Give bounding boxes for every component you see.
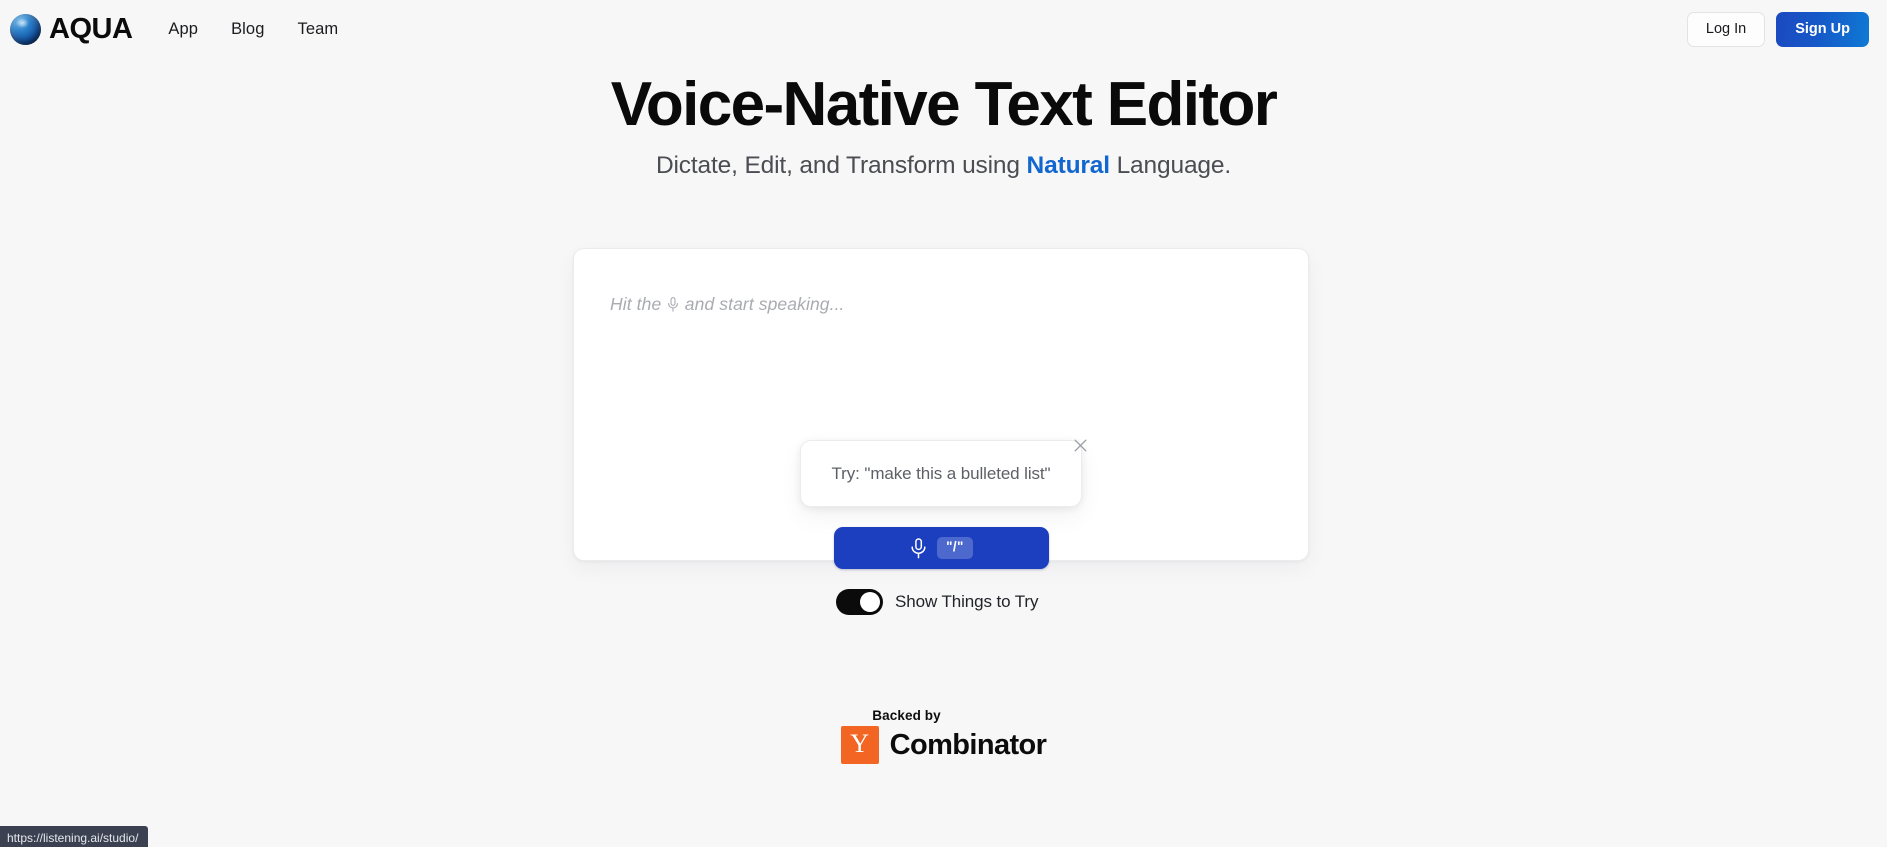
show-things-to-try-label: Show Things to Try [895, 592, 1039, 611]
microphone-icon [910, 537, 927, 559]
page-subtitle: Dictate, Edit, and Transform using Natur… [0, 152, 1887, 180]
brand-logo-link[interactable]: AQUA [10, 13, 133, 45]
record-microphone-button[interactable]: "/" [834, 527, 1049, 569]
yc-wordmark: Combinator [889, 728, 1047, 761]
header-actions: Log In Sign Up [1686, 12, 1869, 47]
keyboard-shortcut-badge: "/" [937, 537, 973, 559]
things-to-try-tooltip: Try: "make this a bulleted list" [800, 439, 1086, 507]
toggle-knob [860, 592, 880, 612]
subtitle-accent-word: Natural [1026, 151, 1111, 179]
log-in-button[interactable]: Log In [1686, 12, 1766, 47]
backed-by-yc-badge: Backed by Y Combinator [0, 708, 1887, 764]
nav-item-blog[interactable]: Blog [231, 20, 264, 39]
editor-placeholder: Hit the and start speaking... [610, 294, 845, 315]
placeholder-text-before: Hit the [610, 294, 667, 314]
tooltip-text: Try: "make this a bulleted list" [831, 463, 1051, 483]
nav-item-app[interactable]: App [168, 20, 198, 39]
site-header: AQUA App Blog Team Log In Sign Up [0, 0, 1887, 59]
yc-letter-y: Y [850, 729, 870, 758]
backed-by-label: Backed by [872, 708, 941, 723]
nav-item-team[interactable]: Team [298, 20, 339, 39]
editor-card[interactable]: Hit the and start speaking... [573, 248, 1309, 561]
main-navigation: App Blog Team [168, 20, 338, 39]
aqua-orb-icon [10, 14, 41, 45]
show-things-to-try-row: Show Things to Try [836, 589, 1039, 615]
microphone-glyph-icon [666, 297, 685, 314]
subtitle-part-two: Language. [1109, 151, 1232, 179]
brand-name: AQUA [49, 13, 133, 45]
subtitle-part-one: Dictate, Edit, and Transform using [655, 151, 1027, 179]
page-title: Voice-Native Text Editor [610, 70, 1278, 139]
sign-up-button[interactable]: Sign Up [1776, 12, 1869, 47]
yc-logo-row: Y Combinator [840, 726, 1047, 764]
page-root: AQUA App Blog Team Log In Sign Up Voice-… [0, 0, 1887, 847]
close-icon[interactable] [1069, 434, 1091, 456]
browser-status-bar: https://listening.ai/studio/ [0, 826, 149, 847]
hero-section: Voice-Native Text Editor Dictate, Edit, … [0, 72, 1887, 180]
show-things-to-try-toggle[interactable] [836, 589, 883, 615]
y-combinator-icon: Y [840, 726, 879, 764]
placeholder-text-after: and start speaking... [684, 294, 845, 314]
